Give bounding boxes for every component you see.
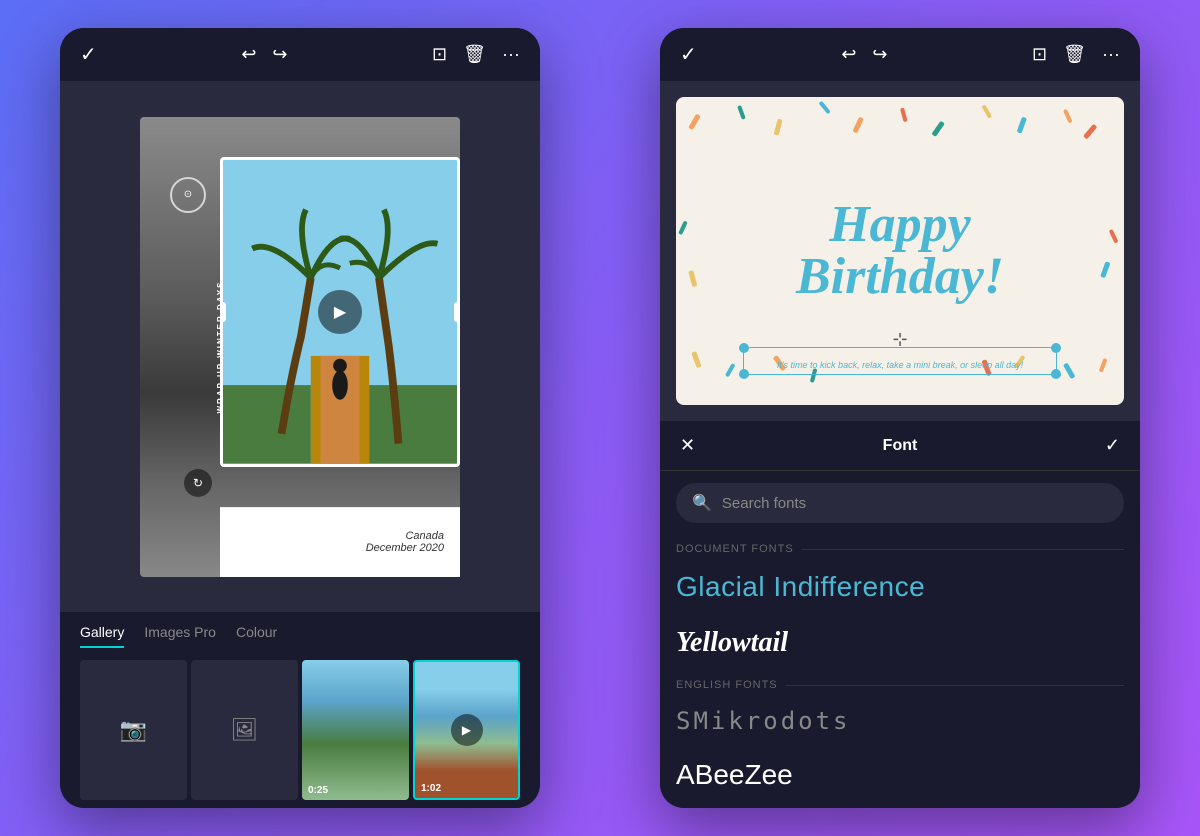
right-resize-handle[interactable] <box>454 302 460 322</box>
tab-gallery[interactable]: Gallery <box>80 624 124 648</box>
yellowtail-font: Yellowtail <box>676 627 788 658</box>
right-undo-icon[interactable]: ↩ <box>841 44 856 65</box>
right-toolbar-left: ✓ <box>680 42 697 67</box>
font-item-abeezee[interactable]: ABeeZee <box>660 747 1140 803</box>
tab-images-pro[interactable]: Images Pro <box>144 624 216 648</box>
bottom-tabs: Gallery Images Pro Colour 📷 🖼 0:25 <box>60 612 540 808</box>
right-panel: ✓ ↩ ↪ ⊡ 🗑 ··· <box>600 0 1200 836</box>
right-phone: ✓ ↩ ↪ ⊡ 🗑 ··· <box>660 28 1140 808</box>
right-confirm-icon[interactable]: ✓ <box>680 42 697 67</box>
undo-icon[interactable]: ↩ <box>241 44 256 65</box>
font-close-button[interactable]: ✕ <box>680 435 695 456</box>
subtitle-container: It's time to kick back, relax, take a mi… <box>743 347 1057 375</box>
delete-icon[interactable]: 🗑 <box>463 44 486 65</box>
smikrodots-font: SMikrodots <box>676 707 851 735</box>
english-fonts-label: ENGLISH FONTS <box>660 671 1140 695</box>
card-canvas: Happy Birthday! ⊹ It's time to kick back… <box>660 81 1140 421</box>
toolbar-left-group: ✓ <box>80 42 97 67</box>
play-button[interactable]: ▶ <box>318 290 362 334</box>
gallery-button[interactable]: 🖼 <box>191 660 298 800</box>
tab-list: Gallery Images Pro Colour <box>80 624 520 648</box>
right-copy-icon[interactable]: ⊡ <box>1032 44 1047 65</box>
video-duration-2: 1:02 <box>421 783 441 794</box>
font-panel-title: Font <box>883 437 918 455</box>
birthday-card: Happy Birthday! ⊹ It's time to kick back… <box>676 97 1124 405</box>
video-play-button[interactable]: ▶ <box>451 714 483 746</box>
glacial-indifference-font: Glacial Indifference <box>676 571 925 602</box>
font-confirm-button[interactable]: ✓ <box>1105 435 1120 456</box>
birthday-subtitle: It's time to kick back, relax, take a mi… <box>748 360 1052 370</box>
media-grid: 📷 🖼 0:25 ▶ 1:02 <box>80 660 520 800</box>
toolbar-right-group: ⊡ 🗑 ··· <box>432 44 520 65</box>
clock-circle: ⊙ <box>170 177 206 213</box>
media-item-1[interactable]: 0:25 <box>302 660 409 800</box>
right-more-icon[interactable]: ··· <box>1102 44 1120 65</box>
right-delete-icon[interactable]: 🗑 <box>1063 44 1086 65</box>
camera-button[interactable]: 📷 <box>80 660 187 800</box>
bottom-text-area: Canada December 2020 <box>220 507 460 577</box>
font-item-yellowtail[interactable]: Yellowtail <box>660 615 1140 671</box>
more-icon[interactable]: ··· <box>502 44 520 65</box>
gallery-icon: 🖼 <box>231 717 259 743</box>
palm-photo: ▶ <box>223 160 457 464</box>
confirm-icon[interactable]: ✓ <box>80 42 97 67</box>
left-canvas: WRAP UP WINTER DAYS ⊙ <box>60 81 540 612</box>
right-redo-icon[interactable]: ↪ <box>872 44 887 65</box>
font-panel: ✕ Font ✓ 🔍 Search fonts DOCUMENT FONTS G… <box>660 421 1140 808</box>
birthday-exclaim: Birthday! <box>796 251 1004 303</box>
rotate-handle[interactable]: ↻ <box>184 469 212 497</box>
country-text: Canada <box>405 530 444 542</box>
video-duration-1: 0:25 <box>308 785 328 796</box>
collage-container: WRAP UP WINTER DAYS ⊙ <box>140 117 460 577</box>
photo-frame[interactable]: ▶ <box>220 157 460 467</box>
search-placeholder: Search fonts <box>722 495 806 512</box>
redo-icon[interactable]: ↪ <box>272 44 287 65</box>
right-undo-redo: ↩ ↪ <box>841 44 887 65</box>
crop-icon[interactable]: ⊡ <box>432 44 447 65</box>
font-item-glacial[interactable]: Glacial Indifference <box>660 559 1140 615</box>
toolbar-undo-group: ↩ ↪ <box>241 44 287 65</box>
right-toolbar: ✓ ↩ ↪ ⊡ 🗑 ··· <box>660 28 1140 81</box>
clock-icon: ⊙ <box>184 189 192 200</box>
left-panel: ✓ ↩ ↪ ⊡ 🗑 ··· WRAP UP WINTER DAYS ⊙ <box>0 0 600 836</box>
camera-icon: 📷 <box>120 717 147 743</box>
font-header: ✕ Font ✓ <box>660 421 1140 471</box>
left-phone: ✓ ↩ ↪ ⊡ 🗑 ··· WRAP UP WINTER DAYS ⊙ <box>60 28 540 808</box>
search-icon: 🔍 <box>692 493 712 513</box>
happy-text: Happy <box>796 199 1004 251</box>
media-item-2[interactable]: ▶ 1:02 <box>413 660 520 800</box>
left-toolbar: ✓ ↩ ↪ ⊡ 🗑 ··· <box>60 28 540 81</box>
tab-colour[interactable]: Colour <box>236 624 277 648</box>
text-selection-box[interactable]: It's time to kick back, relax, take a mi… <box>743 347 1057 375</box>
font-item-mikrodots[interactable]: SMikrodots <box>660 695 1140 747</box>
move-cursor-icon: ⊹ <box>892 329 907 350</box>
date-text: December 2020 <box>366 542 444 554</box>
font-search-bar[interactable]: 🔍 Search fonts <box>676 483 1124 523</box>
abeezee-font: ABeeZee <box>676 759 793 790</box>
document-fonts-label: DOCUMENT FONTS <box>660 535 1140 559</box>
left-resize-handle[interactable] <box>220 302 226 322</box>
right-toolbar-right: ⊡ 🗑 ··· <box>1032 44 1120 65</box>
birthday-text: Happy Birthday! <box>796 199 1004 303</box>
